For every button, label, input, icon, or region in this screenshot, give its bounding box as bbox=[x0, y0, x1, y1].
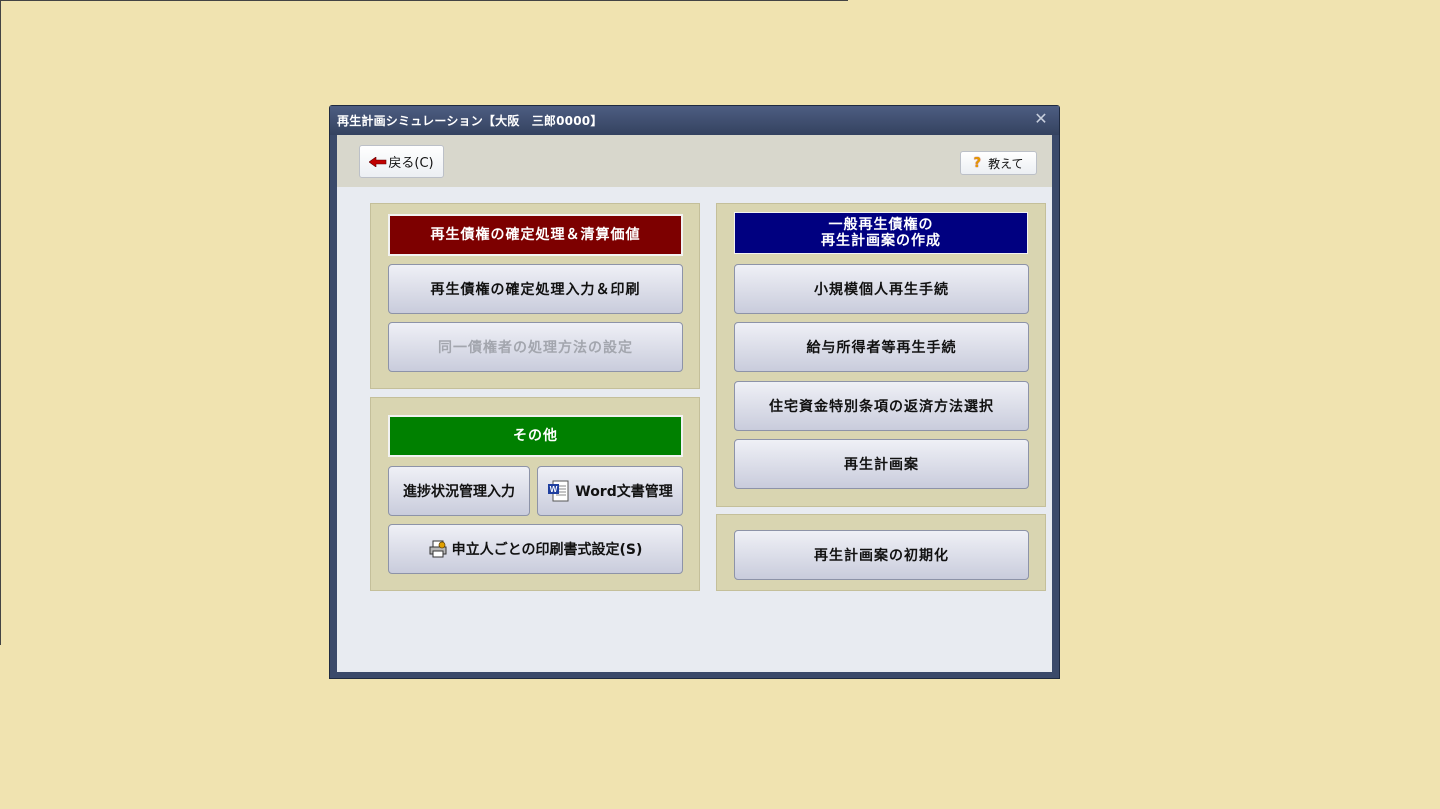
window-title: 再生計画シミュレーション【大阪 三郎0000】 bbox=[337, 114, 603, 128]
housing-loan-repayment-button[interactable]: 住宅資金特別条項の返済方法選択 bbox=[734, 381, 1029, 431]
plan-initialize-button[interactable]: 再生計画案の初期化 bbox=[734, 530, 1029, 580]
simulation-dialog: 再生計画シミュレーション【大阪 三郎0000】 ✕ 戻る(C) ? 教えて 再生… bbox=[329, 105, 1060, 679]
small-scale-rehab-button[interactable]: 小規模個人再生手続 bbox=[734, 264, 1029, 314]
dialog-client: 戻る(C) ? 教えて 再生債権の確定処理＆清算価値 再生債権の確定処理入力＆印… bbox=[337, 135, 1052, 672]
init-panel: 再生計画案の初期化 bbox=[716, 514, 1046, 591]
word-doc-label: Word文書管理 bbox=[575, 484, 673, 500]
back-button-label: 戻る(C) bbox=[388, 156, 434, 171]
question-icon: ? bbox=[973, 155, 982, 171]
salary-earner-rehab-button[interactable]: 給与所得者等再生手続 bbox=[734, 322, 1029, 372]
svg-text:W: W bbox=[550, 485, 558, 494]
word-doc-button[interactable]: W Word文書管理 bbox=[537, 466, 683, 516]
print-format-setting-button[interactable]: 申立人ごとの印刷書式設定(S) bbox=[388, 524, 683, 574]
same-creditor-setting-button[interactable]: 同一債権者の処理方法の設定 bbox=[388, 322, 683, 372]
other-header: その他 bbox=[388, 415, 683, 457]
plan-header-line1: 一般再生債権の bbox=[828, 217, 934, 233]
back-arrow-icon bbox=[369, 156, 387, 167]
progress-input-button[interactable]: 進捗状況管理入力 bbox=[388, 466, 530, 516]
other-panel: その他 進捗状況管理入力 W Word文書管理 申立人ごとの印刷書式設定(S) bbox=[370, 397, 700, 591]
confirm-panel: 再生債権の確定処理＆清算価値 再生債権の確定処理入力＆印刷 同一債権者の処理方法… bbox=[370, 203, 700, 389]
print-settings-icon bbox=[429, 540, 447, 558]
screen-top-edge bbox=[0, 0, 848, 1]
confirm-input-print-button[interactable]: 再生債権の確定処理入力＆印刷 bbox=[388, 264, 683, 314]
back-button[interactable]: 戻る(C) bbox=[359, 145, 444, 178]
title-bar[interactable]: 再生計画シミュレーション【大阪 三郎0000】 ✕ bbox=[330, 106, 1059, 135]
word-doc-icon: W bbox=[547, 480, 571, 502]
help-button-label: 教えて bbox=[988, 156, 1024, 171]
plan-header: 一般再生債権の 再生計画案の作成 bbox=[734, 212, 1028, 254]
close-icon[interactable]: ✕ bbox=[1032, 110, 1050, 128]
screen-left-edge bbox=[0, 0, 1, 645]
plan-panel: 一般再生債権の 再生計画案の作成 小規模個人再生手続 給与所得者等再生手続 住宅… bbox=[716, 203, 1046, 507]
confirm-header: 再生債権の確定処理＆清算価値 bbox=[388, 214, 683, 256]
print-format-label: 申立人ごとの印刷書式設定(S) bbox=[451, 542, 643, 558]
plan-header-line2: 再生計画案の作成 bbox=[821, 233, 941, 249]
rehab-plan-button[interactable]: 再生計画案 bbox=[734, 439, 1029, 489]
toolbar: 戻る(C) ? 教えて bbox=[337, 135, 1052, 187]
help-button[interactable]: ? 教えて bbox=[960, 151, 1037, 175]
